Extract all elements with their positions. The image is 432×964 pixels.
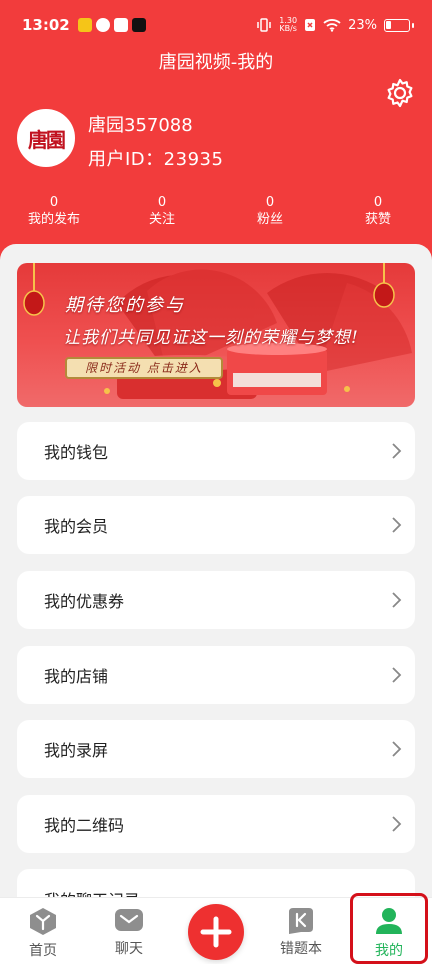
stat-label: 粉丝 [256,212,283,227]
nav-label: 聊天 [115,941,143,957]
create-post-button[interactable] [188,904,244,960]
chevron-right-icon [392,592,402,608]
menu-store[interactable]: 我的店铺 [17,646,415,704]
app-notification-icon [77,18,92,32]
nav-wrongbook[interactable]: 错题本 [258,898,344,964]
tiktok-icon [131,18,146,32]
stat-likes[interactable]: 0 获赞 [324,195,432,229]
chevron-right-icon [392,741,402,757]
banner-subline: 让我们共同见证这一刻的荣耀与梦想! [63,328,359,348]
app-notification-icon [95,18,110,32]
menu-label: 我的钱包 [44,443,109,462]
speed-unit: KB/s [279,24,297,33]
avatar-logo: 唐園 [28,127,66,152]
avatar[interactable]: 唐園 [17,109,75,167]
page-title: 唐园视频-我的 [158,52,274,73]
stat-following[interactable]: 0 关注 [108,195,216,229]
stat-value: 0 [265,195,275,210]
status-time: 13:02 [22,16,70,34]
network-speed: 1.30 KB/s [279,17,297,33]
nav-home[interactable]: 首页 [0,898,86,964]
stat-followers[interactable]: 0 粉丝 [216,195,324,229]
menu-wallet[interactable]: 我的钱包 [17,422,415,480]
stat-value: 0 [373,195,383,210]
banner-headline: 期待您的参与 [65,295,185,316]
banner-cta[interactable]: 限时活动 点击进入 [65,357,223,379]
chat-envelope-icon [115,909,143,931]
nav-mine[interactable]: 我的 [346,898,432,964]
battery-icon [384,18,410,32]
wrongbook-icon [289,908,313,934]
menu-label: 我的二维码 [44,816,125,835]
plus-icon [200,916,232,948]
wifi-icon [323,19,341,32]
menu-label: 我的优惠券 [44,592,125,611]
chevron-right-icon [392,517,402,533]
profile-stats: 0 我的发布 0 关注 0 粉丝 0 获赞 [0,195,432,229]
status-bar: 13:02 1.30 KB/s 23% [0,0,432,50]
chevron-right-icon [392,443,402,459]
nav-label: 首页 [29,943,57,959]
mail-icon [113,18,128,32]
stat-label: 关注 [148,212,175,227]
menu-membership[interactable]: 我的会员 [17,496,415,554]
chevron-right-icon [392,816,402,832]
stat-value: 0 [157,195,167,210]
stat-posts[interactable]: 0 我的发布 [0,195,108,229]
menu-screen-recordings[interactable]: 我的录屏 [17,720,415,778]
settings-gear-icon[interactable] [384,77,416,109]
menu-label: 我的店铺 [44,667,109,686]
no-sim-icon [305,19,316,31]
menu-label: 我的录屏 [44,741,109,760]
menu-coupons[interactable]: 我的优惠券 [17,571,415,629]
stat-value: 0 [49,195,59,210]
promo-banner[interactable]: 期待您的参与 让我们共同见证这一刻的荣耀与梦想! 限时活动 点击进入 [17,263,415,407]
battery-cap [412,22,414,28]
nav-label: 错题本 [280,941,322,957]
user-profile-icon [376,908,402,934]
username: 唐园357088 [88,115,193,136]
notification-icons [77,18,146,32]
home-cube-icon [30,908,56,935]
menu-qr-code[interactable]: 我的二维码 [17,795,415,853]
profile-header: 13:02 1.30 KB/s 23% 唐园视频-我的 唐園 唐园357088 … [0,0,432,262]
status-right: 1.30 KB/s 23% [256,17,414,33]
nav-chat[interactable]: 聊天 [86,898,172,964]
vibrate-icon [257,18,272,32]
chevron-right-icon [392,667,402,683]
battery-percent: 23% [348,17,377,33]
menu-label: 我的会员 [44,517,109,536]
stat-label: 获赞 [364,212,391,227]
stat-label: 我的发布 [27,212,80,227]
nav-label: 我的 [375,943,403,959]
user-id: 用户ID：23935 [88,149,224,170]
